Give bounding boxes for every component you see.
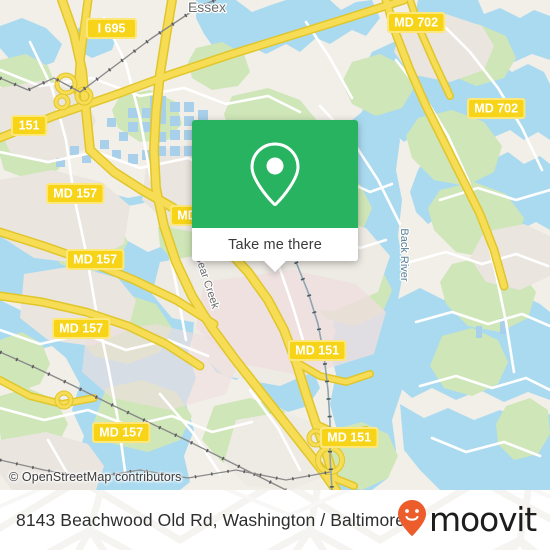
take-me-there-popup[interactable]: Take me there xyxy=(192,120,358,272)
map-screenshot: Essex Bear Creek Back River I 695 MD 702 MD … xyxy=(0,0,550,550)
road-shield-label: MD 157 xyxy=(99,426,143,440)
road-shield: MD 157 xyxy=(52,318,111,339)
road-shield-label: MD 157 xyxy=(73,253,117,267)
osm-attribution[interactable]: © OpenStreetMap contributors xyxy=(9,470,182,484)
road-shield: I 695 xyxy=(86,18,137,39)
take-me-there-label: Take me there xyxy=(228,236,322,253)
moovit-wordmark: moovit xyxy=(429,499,537,539)
moovit-pin-smiley-icon xyxy=(397,499,427,542)
road-shield: MD 151 xyxy=(288,340,347,361)
road-shield: MD 157 xyxy=(66,249,125,270)
road-shield: MD 702 xyxy=(387,12,446,33)
road-shield-label: I 695 xyxy=(98,22,126,36)
popup-header xyxy=(192,120,358,228)
road-shield: 151 xyxy=(11,115,48,136)
popup-pointer-tail xyxy=(264,261,286,272)
map-place-label: Back River xyxy=(398,228,410,282)
footer-bar: 8143 Beachwood Old Rd, Washington / Balt… xyxy=(0,490,550,550)
road-shield-label: MD 151 xyxy=(327,431,371,445)
road-shield-label: MD 157 xyxy=(53,187,97,201)
map-pin-icon xyxy=(248,141,302,207)
road-shield-label: 151 xyxy=(19,119,40,133)
map-place-label: Essex xyxy=(188,0,226,15)
road-shield: MD 157 xyxy=(46,183,105,204)
moovit-logo[interactable]: moovit xyxy=(397,490,537,550)
road-shield-label: MD 702 xyxy=(474,102,518,116)
road-shield: MD 151 xyxy=(320,427,379,448)
road-shield-label: MD 157 xyxy=(59,322,103,336)
road-shield-label: MD 702 xyxy=(394,16,438,30)
road-shield-label: MD 151 xyxy=(295,344,339,358)
road-shield: MD 157 xyxy=(92,422,151,443)
popup-footer[interactable]: Take me there xyxy=(192,228,358,261)
address-label: 8143 Beachwood Old Rd, Washington / Balt… xyxy=(16,509,406,530)
road-shield: MD 702 xyxy=(467,98,526,119)
